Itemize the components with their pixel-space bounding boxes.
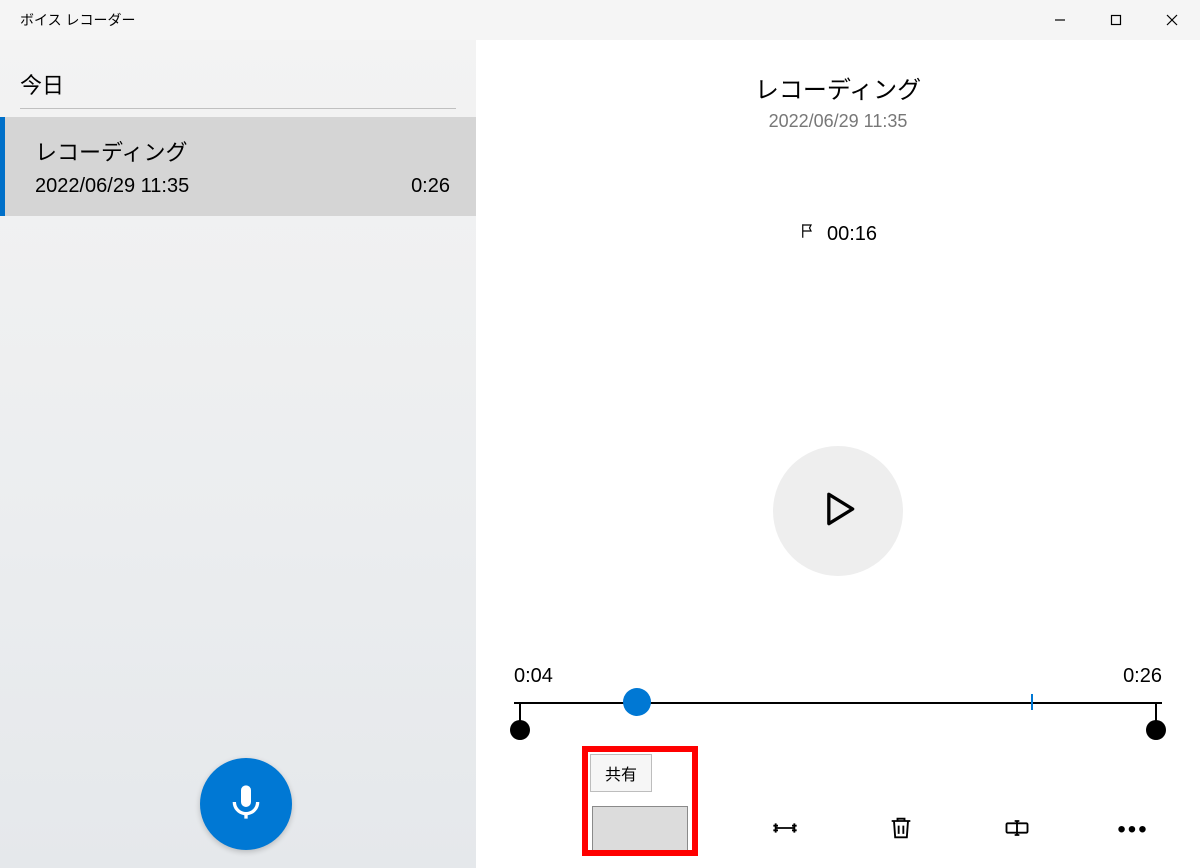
microphone-icon [226,782,266,827]
marker-time: 00:16 [827,223,877,246]
marker-row: 00:16 [799,222,877,246]
trash-icon [887,814,915,847]
rename-button[interactable] [986,806,1048,854]
play-button[interactable] [773,446,903,576]
app-title: ボイス レコーダー [20,10,135,30]
share-tooltip: 共有 [590,754,652,792]
section-divider [20,108,456,109]
recording-item-row: 2022/06/29 11:35 0:26 [35,175,450,198]
maximize-button[interactable] [1088,0,1144,40]
share-button[interactable] [592,806,688,854]
close-button[interactable] [1144,0,1200,40]
delete-button[interactable] [870,806,932,854]
timeline-playhead[interactable] [623,688,651,716]
minimize-button[interactable] [1032,0,1088,40]
content-pane: レコーディング 2022/06/29 11:35 00:16 0:04 0:26 [476,40,1200,868]
recording-item-duration: 0:26 [411,175,450,198]
timeline-track[interactable] [514,690,1162,730]
play-icon [816,487,860,536]
more-button[interactable]: ••• [1102,806,1164,854]
main: 今日 レコーディング 2022/06/29 11:35 0:26 レコーディング… [0,40,1200,868]
detail-title: レコーディング [755,70,921,105]
trim-button[interactable] [754,806,816,854]
recording-item-title: レコーディング [35,135,450,167]
share-group: 共有 [580,754,700,854]
timeline-trim-end-handle[interactable] [1146,720,1166,740]
timeline-end-label: 0:26 [1123,665,1162,688]
recording-list-item[interactable]: レコーディング 2022/06/29 11:35 0:26 [0,117,476,216]
window-controls [1032,0,1200,40]
timeline-start-label: 0:04 [514,665,553,688]
timeline-labels: 0:04 0:26 [514,665,1162,688]
timeline: 0:04 0:26 [514,665,1162,730]
toolbar: 共有 [476,754,1200,854]
more-icon: ••• [1117,818,1148,842]
timeline-line [514,702,1162,704]
timeline-trim-start-handle[interactable] [510,720,530,740]
record-button[interactable] [200,758,292,850]
recording-item-date: 2022/06/29 11:35 [35,175,189,198]
rename-icon [1003,814,1031,847]
section-header: 今日 [0,40,476,108]
flag-icon [799,222,817,246]
sidebar: 今日 レコーディング 2022/06/29 11:35 0:26 [0,40,476,868]
titlebar: ボイス レコーダー [0,0,1200,40]
detail-date: 2022/06/29 11:35 [769,111,908,132]
timeline-marker-tick [1031,694,1033,710]
trim-icon [771,814,799,847]
